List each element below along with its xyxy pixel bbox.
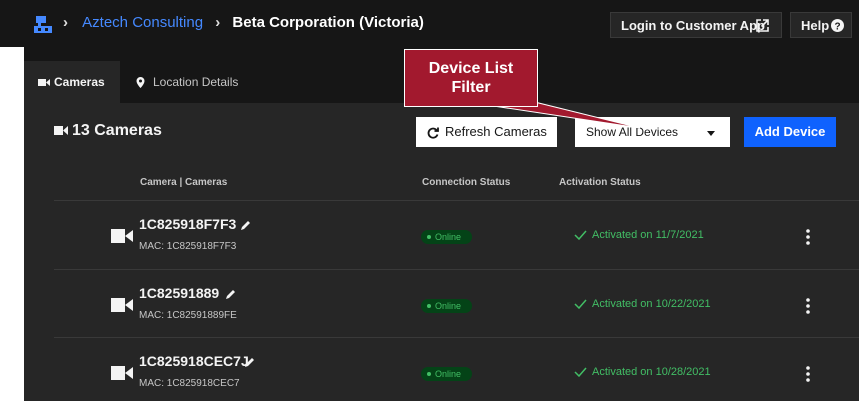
activation-status: Activated on 10/28/2021 — [574, 366, 711, 378]
status-dot-icon — [427, 372, 431, 376]
activation-status: Activated on 11/7/2021 — [574, 229, 704, 241]
edit-pencil-icon[interactable] — [240, 219, 252, 231]
camera-name: 1C82591889 — [139, 285, 220, 301]
location-pin-icon — [136, 77, 145, 89]
breadcrumb: › Aztech Consulting › Beta Corporation (… — [63, 14, 424, 31]
status-badge: Online — [421, 299, 472, 313]
status-label: Online — [435, 369, 462, 379]
svg-text:?: ? — [834, 22, 840, 33]
activation-label: Activated on 11/7/2021 — [592, 229, 704, 241]
device-list-filter-callout: Device List Filter — [404, 49, 538, 107]
page-title: 13 Cameras — [54, 122, 162, 140]
breadcrumb-site: Beta Corporation (Victoria) — [232, 14, 424, 31]
device-filter-select[interactable]: Show All Devices — [575, 117, 730, 147]
checkmark-icon — [574, 299, 587, 310]
status-label: Online — [435, 301, 462, 311]
table-row[interactable]: 1C825918CEC7J MAC: 1C825918CEC7 Online A… — [54, 337, 859, 406]
column-header-activation-status[interactable]: Activation Status — [559, 177, 641, 188]
camera-mac: MAC: 1C82591889FE — [139, 310, 237, 321]
breadcrumb-org-link[interactable]: Aztech Consulting — [82, 14, 203, 31]
camera-icon — [111, 366, 133, 380]
checkmark-icon — [574, 367, 587, 378]
camera-icon — [38, 79, 50, 87]
camera-mac: MAC: 1C825918F7F3 — [139, 241, 237, 252]
device-filter-value: Show All Devices — [586, 125, 679, 139]
login-label: Login to Customer App — [621, 18, 765, 33]
external-link-icon — [756, 19, 769, 32]
table-row[interactable]: 1C825918F7F3 MAC: 1C825918F7F3 Online Ac… — [54, 200, 859, 269]
column-header-connection-status[interactable]: Connection Status — [422, 177, 510, 188]
help-icon: ? — [831, 19, 844, 32]
activation-label: Activated on 10/22/2021 — [592, 298, 711, 310]
camera-count: 13 Cameras — [72, 122, 162, 139]
activation-status: Activated on 10/22/2021 — [574, 298, 711, 310]
status-badge: Online — [421, 230, 472, 244]
refresh-icon — [427, 127, 439, 139]
refresh-label: Refresh Cameras — [445, 124, 547, 139]
camera-name: 1C825918CEC7J — [139, 353, 249, 369]
activation-label: Activated on 10/28/2021 — [592, 366, 711, 378]
callout-line-1: Device List — [428, 60, 514, 77]
callout-line-2: Filter — [451, 79, 491, 96]
camera-icon — [111, 298, 133, 312]
overflow-menu-icon[interactable] — [806, 298, 810, 314]
tab-location-label: Location Details — [153, 75, 239, 89]
status-label: Online — [435, 232, 462, 242]
overflow-menu-icon[interactable] — [806, 229, 810, 245]
checkmark-icon — [574, 230, 587, 241]
status-badge: Online — [421, 367, 472, 381]
overflow-menu-icon[interactable] — [806, 366, 810, 382]
column-header-camera[interactable]: Camera | Cameras — [140, 177, 227, 188]
camera-icon — [111, 229, 133, 243]
edit-pencil-icon[interactable] — [244, 356, 256, 368]
login-customer-app-button[interactable]: Login to Customer App — [610, 12, 782, 38]
chevron-right-icon: › — [63, 14, 68, 31]
status-dot-icon — [427, 235, 431, 239]
cameras-panel: 13 Cameras Refresh Cameras Show All Devi… — [24, 103, 859, 401]
camera-name: 1C825918F7F3 — [139, 216, 237, 232]
chevron-right-icon: › — [215, 14, 221, 31]
help-button[interactable]: Help ? — [790, 12, 852, 38]
tab-location-details[interactable]: Location Details — [136, 61, 238, 103]
tab-cameras-label: Cameras — [54, 75, 105, 89]
top-bar: › Aztech Consulting › Beta Corporation (… — [0, 0, 859, 47]
add-device-button[interactable]: Add Device — [744, 117, 836, 147]
help-label: Help — [801, 18, 830, 33]
camera-mac: MAC: 1C825918CEC7 — [139, 378, 240, 389]
building-icon[interactable] — [33, 14, 53, 34]
status-dot-icon — [427, 304, 431, 308]
camera-icon — [54, 126, 68, 136]
refresh-cameras-button[interactable]: Refresh Cameras — [416, 117, 557, 147]
edit-pencil-icon[interactable] — [225, 288, 237, 300]
caret-down-icon — [707, 131, 715, 136]
table-row[interactable]: 1C82591889 MAC: 1C82591889FE Online Acti… — [54, 269, 859, 338]
tab-cameras[interactable]: Cameras — [24, 61, 120, 103]
